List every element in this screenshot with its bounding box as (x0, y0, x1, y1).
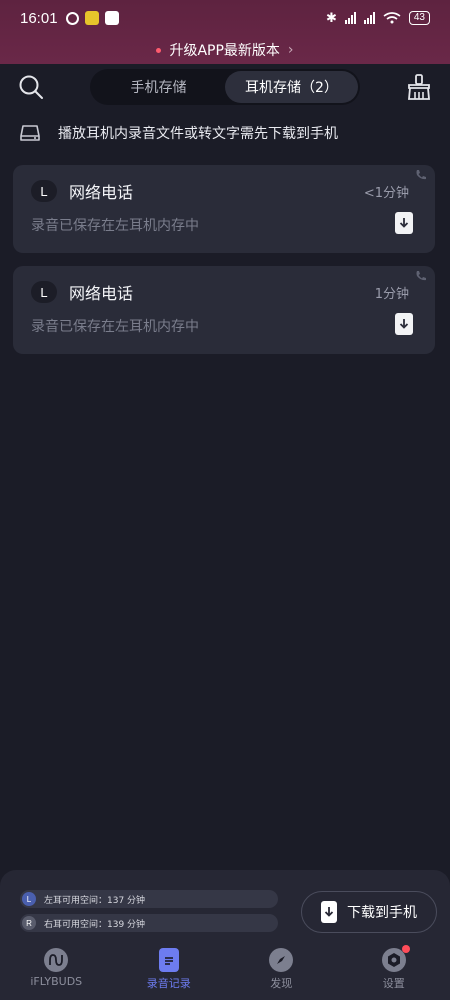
compass-icon (269, 948, 294, 972)
broom-icon[interactable] (406, 73, 432, 101)
bottom-nav: iFLYBUDS 录音记录 发现 设置 (0, 945, 450, 1000)
right-ear-badge: R (22, 916, 36, 930)
storage-tabs: 手机存储 耳机存储（2） (90, 69, 360, 105)
signal-icon (344, 12, 356, 24)
nav-iflybuds[interactable]: iFLYBUDS (0, 948, 113, 1000)
download-icon[interactable] (395, 313, 413, 335)
right-ear-space: R 右耳可用空间：139 分钟 (20, 914, 278, 932)
wifi-icon (383, 12, 401, 24)
nav-label: 发现 (270, 977, 293, 990)
status-bar: 16:01 ✱ 43 (0, 0, 450, 36)
app-notification-icon (104, 11, 119, 25)
download-icon[interactable] (395, 212, 413, 234)
settings-icon (381, 945, 410, 972)
ear-badge: L (31, 180, 57, 202)
recording-status: 录音已保存在左耳机内存中 (31, 218, 199, 234)
recording-title: 网络电话 (69, 183, 134, 202)
recording-item[interactable]: L 网络电话 1分钟 录音已保存在左耳机内存中 (13, 266, 435, 354)
nav-label: 录音记录 (146, 977, 191, 990)
storage-header: 手机存储 耳机存储（2） (0, 64, 450, 110)
notification-dot (401, 945, 410, 953)
tab-earphone-storage[interactable]: 耳机存储（2） (225, 71, 358, 103)
recording-duration: 1分钟 (374, 287, 409, 302)
download-to-phone-button[interactable]: 下载到手机 (301, 891, 437, 933)
download-to-phone-label: 下载到手机 (347, 905, 417, 921)
app-notification-icon (84, 11, 99, 25)
right-ear-space-text: 右耳可用空间：139 分钟 (44, 919, 146, 930)
document-icon (158, 948, 179, 972)
left-ear-space-text: 左耳可用空间：137 分钟 (44, 895, 146, 906)
status-notification-icons (65, 11, 119, 25)
tab-phone-storage[interactable]: 手机存储 (92, 71, 225, 103)
notification-dot (156, 47, 162, 53)
left-ear-badge: L (22, 892, 36, 906)
nav-label: iFLYBUDS (30, 975, 83, 988)
nav-discover[interactable]: 发现 (225, 948, 338, 1000)
nav-label: 设置 (382, 977, 405, 990)
upgrade-banner[interactable]: 升级APP最新版本 › (0, 36, 450, 64)
upgrade-banner-text: 升级APP最新版本 (169, 43, 280, 59)
alarm-icon (65, 11, 79, 25)
top-banner-area: 16:01 ✱ 43 升级APP最新版本 › (0, 0, 450, 64)
recording-title: 网络电话 (69, 284, 134, 303)
recording-item[interactable]: L 网络电话 <1分钟 录音已保存在左耳机内存中 (13, 165, 435, 253)
recording-status: 录音已保存在左耳机内存中 (31, 319, 199, 335)
battery-indicator: 43 (408, 11, 430, 25)
recording-duration: <1分钟 (363, 186, 409, 201)
phone-call-icon (416, 170, 426, 180)
chevron-right-icon: › (287, 42, 294, 58)
status-system-icons: ✱ 43 (326, 11, 430, 26)
search-icon[interactable] (18, 74, 44, 100)
nav-settings[interactable]: 设置 (338, 945, 450, 1000)
status-time: 16:01 (20, 9, 58, 27)
ear-badge: L (31, 281, 57, 303)
download-hint-text: 播放耳机内录音文件或转文字需先下载到手机 (58, 126, 338, 142)
download-hint: 播放耳机内录音文件或转文字需先下载到手机 (0, 112, 450, 154)
phone-download-icon (321, 901, 337, 923)
phone-call-icon (416, 271, 426, 281)
left-ear-space: L 左耳可用空间：137 分钟 (20, 890, 278, 908)
drive-icon (20, 125, 40, 141)
bluetooth-icon: ✱ (325, 10, 337, 26)
nav-recordings[interactable]: 录音记录 (113, 948, 226, 1000)
iflybuds-icon (44, 948, 69, 972)
signal-icon (363, 12, 375, 24)
